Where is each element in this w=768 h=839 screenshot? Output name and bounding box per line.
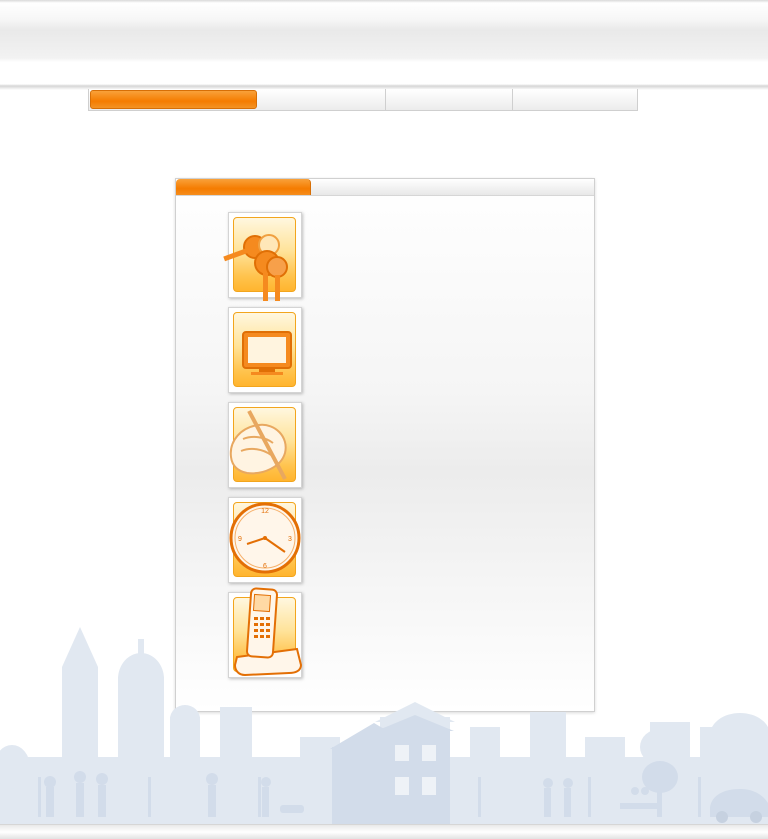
- svg-text:6: 6: [263, 563, 267, 570]
- top-header-bar: [0, 0, 768, 90]
- svg-text:9: 9: [238, 536, 242, 543]
- footer-bar: [0, 824, 768, 839]
- panel-tab[interactable]: [176, 179, 311, 195]
- nav-tab-4[interactable]: [513, 89, 637, 110]
- city-skyline-illustration: [0, 627, 768, 827]
- monitor-icon[interactable]: [228, 307, 302, 393]
- clock-icon[interactable]: 12 3 6 9: [228, 497, 302, 583]
- main-navigation: [88, 89, 638, 111]
- panel-header: [176, 179, 594, 196]
- nav-tab-3[interactable]: [386, 89, 514, 110]
- svg-text:12: 12: [261, 508, 269, 515]
- keys-icon[interactable]: [223, 212, 302, 301]
- signing-hand-icon[interactable]: [228, 402, 302, 488]
- nav-tab-1[interactable]: [90, 90, 258, 109]
- nav-tab-2[interactable]: [258, 89, 386, 110]
- svg-text:3: 3: [288, 536, 292, 543]
